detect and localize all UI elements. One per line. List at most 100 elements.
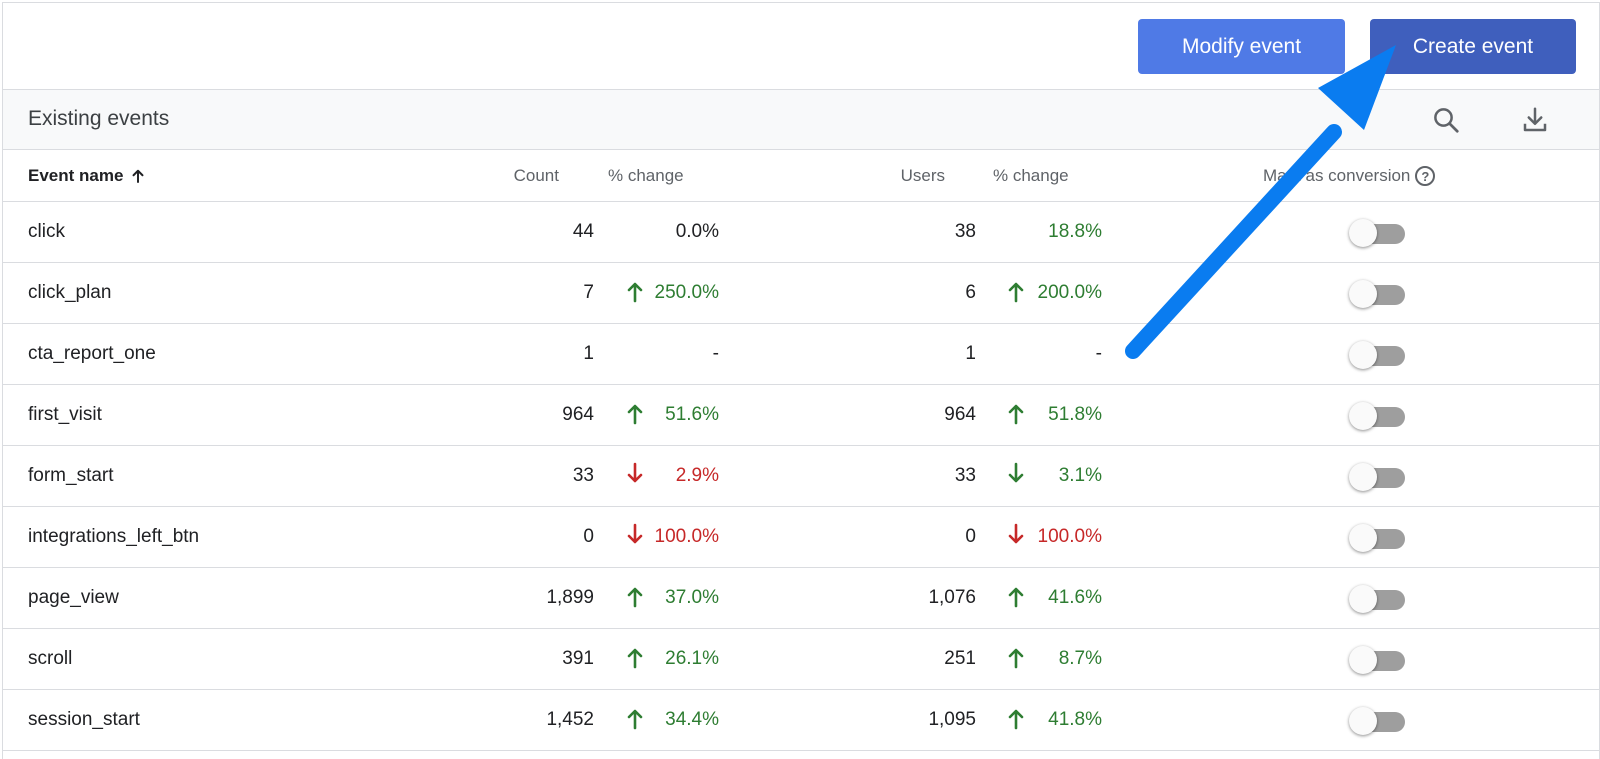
mark-as-conversion-toggle[interactable] [1349, 524, 1405, 552]
event-name-cell[interactable]: scroll [28, 648, 72, 670]
toggle-knob [1349, 524, 1377, 552]
count-cell: 0 [583, 526, 594, 547]
arrow-up-icon [626, 584, 644, 614]
users-change-cell: 18.8% [1048, 221, 1102, 242]
event-name-cell[interactable]: first_visit [28, 404, 102, 426]
arrow-down-icon [1007, 523, 1025, 553]
users-cell: 1,095 [928, 709, 976, 730]
count-change-cell: 26.1% [665, 648, 719, 669]
toggle-knob [1349, 646, 1377, 674]
column-users[interactable]: Users [901, 166, 945, 186]
event-name-cell[interactable]: form_start [28, 465, 114, 487]
users-cell: 1 [965, 343, 976, 364]
arrow-up-icon [626, 279, 644, 309]
table-header-bar: Existing events [3, 90, 1599, 150]
users-cell: 38 [954, 221, 976, 242]
toggle-knob [1349, 585, 1377, 613]
help-icon[interactable]: ? [1415, 166, 1436, 186]
table-row: click_plan 7 250.0% 6 200.0% [3, 263, 1599, 324]
count-change-cell: 100.0% [654, 526, 719, 547]
events-table-body: click 44 0.0% 38 18.8% click_plan 7 250.0% 6 200.… [3, 202, 1599, 751]
arrow-up-icon [626, 645, 644, 675]
mark-as-conversion-toggle[interactable] [1349, 341, 1405, 369]
users-change-cell: - [1095, 343, 1102, 364]
column-event-name-label: Event name [28, 166, 124, 185]
column-conversion-label: Mark as conversion [1263, 166, 1411, 185]
users-change-cell: 41.8% [1048, 709, 1102, 730]
table-title: Existing events [28, 107, 170, 130]
column-event-name[interactable]: Event name [28, 166, 147, 186]
table-row: form_start 33 2.9% 33 3.1% [3, 446, 1599, 507]
toggle-knob [1349, 219, 1377, 247]
modify-event-button[interactable]: Modify event [1138, 19, 1345, 74]
arrow-up-icon [1007, 645, 1025, 675]
arrow-up-icon [1007, 401, 1025, 431]
event-name-cell[interactable]: page_view [28, 587, 119, 609]
mark-as-conversion-toggle[interactable] [1349, 707, 1405, 735]
table-row: click 44 0.0% 38 18.8% [3, 202, 1599, 263]
toggle-knob [1349, 280, 1377, 308]
mark-as-conversion-toggle[interactable] [1349, 402, 1405, 430]
count-change-cell: - [712, 343, 719, 364]
count-change-cell: 2.9% [675, 465, 719, 486]
mark-as-conversion-toggle[interactable] [1349, 585, 1405, 613]
count-change-cell: 51.6% [665, 404, 719, 425]
column-count-change[interactable]: % change [608, 166, 684, 186]
table-row: page_view 1,899 37.0% 1,076 41.6% [3, 568, 1599, 629]
mark-as-conversion-toggle[interactable] [1349, 646, 1405, 674]
events-card: Modify event Create event Existing event… [2, 2, 1600, 759]
action-bar: Modify event Create event [3, 3, 1599, 90]
table-row: integrations_left_btn 0 100.0% 0 100.0% [3, 507, 1599, 568]
sort-ascending-icon [132, 169, 144, 183]
users-cell: 0 [965, 526, 976, 547]
event-name-cell[interactable]: session_start [28, 709, 140, 731]
table-row: session_start 1,452 34.4% 1,095 41.8% [3, 690, 1599, 751]
arrow-up-icon [1007, 584, 1025, 614]
column-headers: Event name Count % change Users % change… [3, 150, 1599, 202]
count-change-cell: 37.0% [665, 587, 719, 608]
count-cell: 7 [583, 282, 594, 303]
column-users-change[interactable]: % change [993, 166, 1069, 186]
count-change-cell: 250.0% [654, 282, 719, 303]
table-row: cta_report_one 1 - 1 - [3, 324, 1599, 385]
table-row: scroll 391 26.1% 251 8.7% [3, 629, 1599, 690]
count-change-cell: 0.0% [675, 221, 719, 242]
users-cell: 1,076 [928, 587, 976, 608]
arrow-up-icon [1007, 706, 1025, 736]
toggle-knob [1349, 463, 1377, 491]
users-cell: 964 [944, 404, 976, 425]
search-icon[interactable] [1428, 102, 1464, 138]
table-row: first_visit 964 51.6% 964 51.8% [3, 385, 1599, 446]
event-name-cell[interactable]: click [28, 221, 65, 243]
mark-as-conversion-toggle[interactable] [1349, 463, 1405, 491]
users-cell: 251 [944, 648, 976, 669]
event-name-cell[interactable]: click_plan [28, 282, 111, 304]
users-change-cell: 51.8% [1048, 404, 1102, 425]
count-cell: 1,899 [546, 587, 594, 608]
count-cell: 33 [572, 465, 594, 486]
arrow-up-icon [626, 706, 644, 736]
download-icon[interactable] [1517, 102, 1553, 138]
event-name-cell[interactable]: cta_report_one [28, 343, 156, 365]
toggle-knob [1349, 707, 1377, 735]
count-cell: 1 [583, 343, 594, 364]
mark-as-conversion-toggle[interactable] [1349, 280, 1405, 308]
arrow-up-icon [626, 401, 644, 431]
count-cell: 44 [572, 221, 594, 242]
users-change-cell: 100.0% [1037, 526, 1102, 547]
arrow-down-icon [626, 462, 644, 492]
users-change-cell: 41.6% [1048, 587, 1102, 608]
count-cell: 1,452 [546, 709, 594, 730]
mark-as-conversion-toggle[interactable] [1349, 219, 1405, 247]
users-change-cell: 200.0% [1037, 282, 1102, 303]
arrow-down-icon [1007, 462, 1025, 492]
toggle-knob [1349, 341, 1377, 369]
event-name-cell[interactable]: integrations_left_btn [28, 526, 199, 548]
arrow-up-icon [1007, 279, 1025, 309]
users-cell: 33 [954, 465, 976, 486]
arrow-down-icon [626, 523, 644, 553]
column-count[interactable]: Count [514, 166, 559, 186]
column-mark-as-conversion: Mark as conversion ? [1263, 166, 1436, 186]
create-event-button[interactable]: Create event [1370, 19, 1576, 74]
count-cell: 964 [562, 404, 594, 425]
